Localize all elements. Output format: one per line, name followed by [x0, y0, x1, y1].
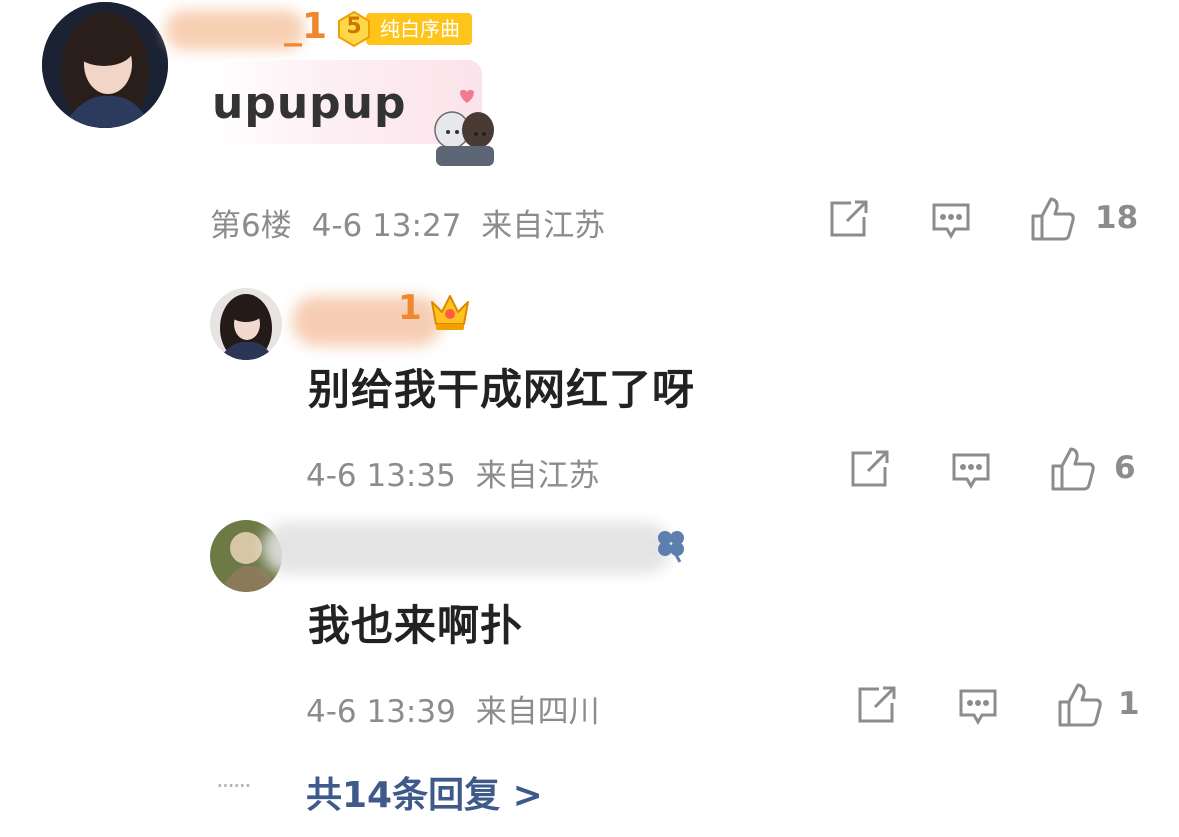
badge-level-icon: 5	[336, 10, 372, 48]
like-count: 18	[1095, 200, 1139, 236]
like-icon[interactable]	[1050, 446, 1096, 492]
reply-text: 我也来啊扑	[308, 601, 524, 650]
main-comment-username-suffix[interactable]: _1	[284, 6, 327, 47]
comment-icon[interactable]	[931, 201, 971, 241]
reply-username-suffix[interactable]: 1	[398, 288, 422, 328]
more-replies-dots: ······	[216, 772, 252, 800]
crown-badge-icon	[428, 290, 472, 332]
reply-location: 来自江苏	[475, 458, 600, 494]
share-icon[interactable]	[829, 200, 869, 238]
badge-level-number: 5	[346, 14, 362, 39]
share-icon[interactable]	[850, 450, 890, 488]
reply-avatar[interactable]	[210, 288, 282, 360]
comment-icon[interactable]	[951, 451, 991, 491]
reply-text: 别给我干成网红了呀	[308, 365, 696, 414]
avatar-photo-icon	[42, 2, 168, 128]
fan-level-badge[interactable]: 5 纯白序曲	[336, 10, 472, 48]
comment-location: 来自江苏	[481, 208, 606, 244]
badge-label: 纯白序曲	[366, 13, 472, 45]
comment-datetime: 4-6 13:27	[311, 208, 462, 244]
view-more-replies-link[interactable]: 共14条回复 >	[306, 766, 543, 818]
floor-number: 第6楼	[210, 208, 292, 244]
clover-badge-icon	[652, 526, 690, 564]
comment-icon[interactable]	[958, 687, 998, 727]
main-comment-avatar[interactable]	[42, 2, 168, 128]
reply-datetime: 4-6 13:39	[306, 694, 456, 730]
like-icon[interactable]	[1030, 196, 1076, 242]
like-count: 6	[1114, 450, 1136, 486]
reply-datetime: 4-6 13:35	[306, 458, 456, 494]
reply-username-blurred[interactable]	[262, 522, 672, 574]
like-icon[interactable]	[1057, 682, 1103, 728]
avatar-photo-icon	[210, 288, 282, 360]
share-icon[interactable]	[857, 686, 897, 724]
bubble-sticker-icon	[424, 86, 504, 170]
main-comment-text: upupup	[212, 78, 407, 129]
reply-location: 来自四川	[475, 694, 600, 730]
like-count: 1	[1118, 686, 1140, 722]
